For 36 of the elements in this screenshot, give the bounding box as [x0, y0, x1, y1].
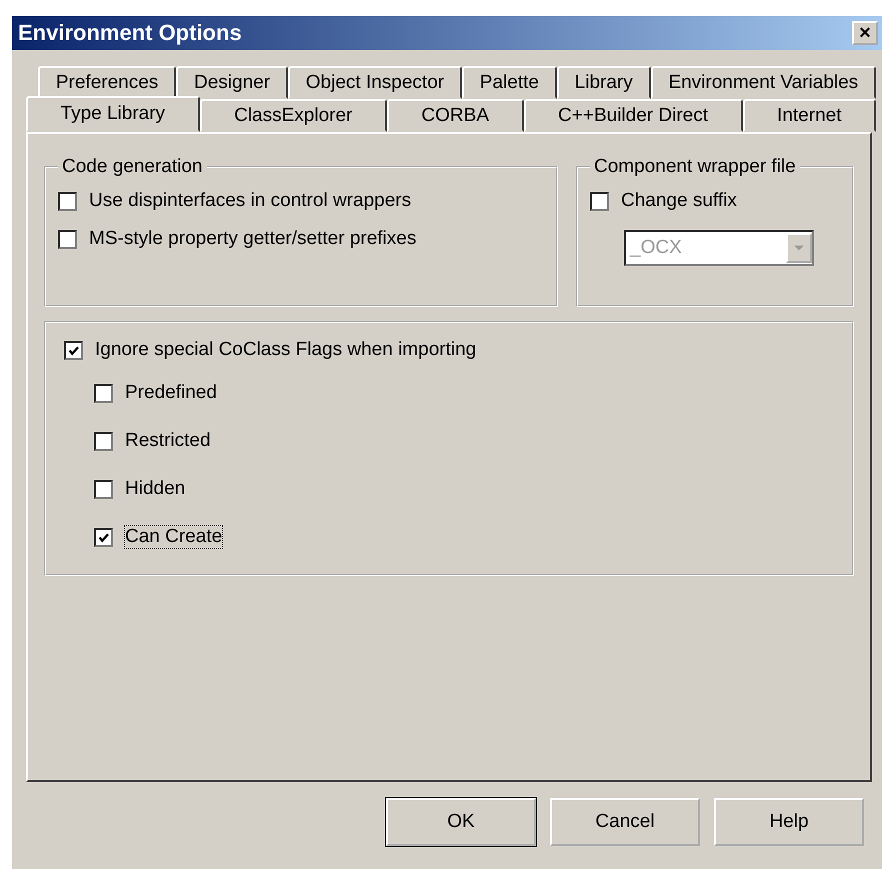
checkbox-label: Hidden	[125, 478, 186, 500]
checkbox[interactable]	[94, 528, 113, 546]
tab[interactable]: Library	[556, 66, 651, 99]
tab[interactable]: ClassExplorer	[200, 99, 387, 132]
checkbox-label: MS-style property getter/setter prefixes	[89, 228, 416, 250]
checkbox-label: Change suffix	[621, 190, 737, 212]
tab[interactable]: CORBA	[386, 99, 524, 132]
checkbox[interactable]	[58, 230, 77, 248]
checkbox[interactable]	[590, 192, 609, 210]
checkmark-icon	[67, 344, 80, 356]
close-button[interactable]: ×	[852, 21, 878, 45]
checkmark-icon	[97, 530, 110, 544]
window-title: Environment Options	[18, 20, 242, 46]
dialog-button[interactable]: Cancel	[550, 798, 700, 846]
checkbox-label: Ignore special CoClass Flags when importing	[95, 339, 476, 361]
checkbox-label: Use dispinterfaces in control wrappers	[89, 190, 412, 212]
checkbox[interactable]	[94, 480, 113, 498]
checkbox-label: Restricted	[125, 430, 211, 452]
tab[interactable]: Type Library	[26, 96, 200, 132]
dialog-button[interactable]: Help	[714, 798, 864, 846]
group-title: Component wrapper file	[593, 156, 797, 178]
tab[interactable]: C++Builder Direct	[524, 99, 743, 132]
checkbox-label: Can Create	[125, 526, 222, 548]
group-title: Code generation	[61, 156, 204, 178]
tab[interactable]: Environment Variables	[650, 66, 876, 99]
dialog-button[interactable]: OK	[386, 798, 536, 846]
tab[interactable]: Designer	[176, 66, 288, 99]
checkbox[interactable]	[94, 384, 113, 402]
tab[interactable]: Internet	[742, 99, 876, 132]
checkbox[interactable]	[64, 340, 83, 360]
tab[interactable]: Palette	[462, 66, 557, 99]
checkbox[interactable]	[58, 192, 77, 210]
tab[interactable]: Object Inspector	[288, 66, 462, 99]
checkbox-label: Predefined	[125, 382, 217, 404]
checkbox[interactable]	[94, 432, 113, 450]
tab[interactable]: Preferences	[38, 66, 176, 99]
